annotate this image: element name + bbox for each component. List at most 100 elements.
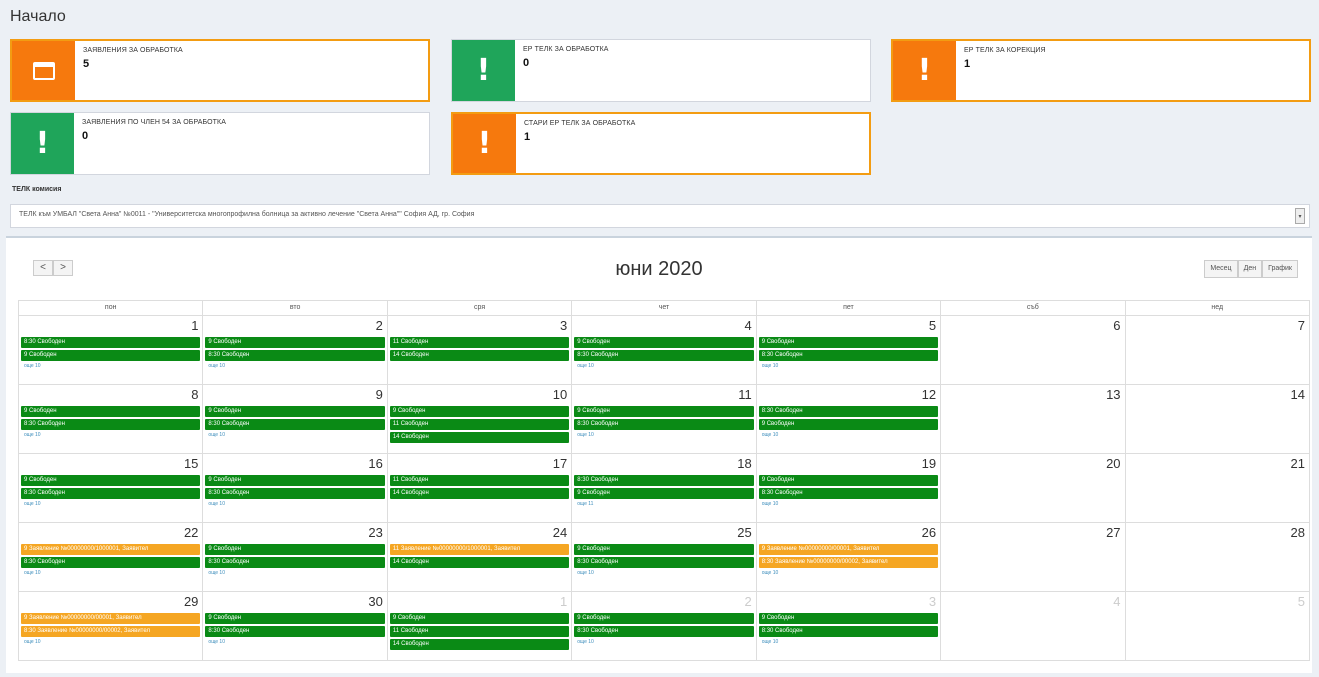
calendar-day-cell[interactable]: 4 9 Свободен 8:30 Свободен още 10 bbox=[572, 316, 757, 384]
calendar-event[interactable]: 9 Свободен bbox=[574, 337, 754, 348]
telk-select[interactable]: ТЕЛК към УМБАЛ "Света Анна" №0011 - "Уни… bbox=[10, 204, 1310, 228]
calendar-event[interactable]: 9 Свободен bbox=[758, 419, 939, 430]
calendar-event[interactable]: 9 Свободен bbox=[205, 406, 385, 417]
view-day-button[interactable]: Ден bbox=[1237, 260, 1263, 278]
calendar-event[interactable]: 8:30 Свободен bbox=[21, 488, 201, 499]
info-box-art54[interactable]: ! ЗАЯВЛЕНИЯ ПО ЧЛЕН 54 ЗА ОБРАБОТКА 0 bbox=[10, 112, 430, 175]
calendar-event[interactable]: 8:30 Свободен bbox=[574, 350, 754, 361]
calendar-event[interactable]: 8:30 Заявление №00000000/00002, Заявител bbox=[21, 626, 201, 637]
more-events-link[interactable]: още 10 bbox=[205, 363, 384, 369]
more-events-link[interactable]: още 10 bbox=[759, 639, 938, 645]
more-events-link[interactable]: още 10 bbox=[205, 570, 384, 576]
calendar-event[interactable]: 8:30 Свободен bbox=[21, 557, 201, 568]
calendar-day-cell[interactable]: 22 9 Заявление №00000000/1000001, Заявите… bbox=[19, 523, 204, 591]
calendar-day-cell[interactable]: 16 9 Свободен 8:30 Свободен още 10 bbox=[203, 454, 388, 522]
calendar-event[interactable]: 8:30 Заявление №00000000/00002, Заявител bbox=[758, 557, 939, 568]
calendar-event[interactable]: 14 Свободен bbox=[389, 350, 570, 361]
calendar-event[interactable]: 14 Свободен bbox=[389, 639, 570, 650]
more-events-link[interactable]: още 10 bbox=[759, 570, 938, 576]
calendar-day-cell[interactable]: 26 9 Заявление №00000000/00001, Заявител 8… bbox=[757, 523, 942, 591]
calendar-event[interactable]: 14 Свободен bbox=[389, 557, 570, 568]
calendar-event[interactable]: 9 Заявление №00000000/00001, Заявител bbox=[758, 544, 939, 555]
calendar-event[interactable]: 9 Свободен bbox=[205, 544, 385, 555]
calendar-event[interactable]: 11 Свободен bbox=[389, 419, 570, 430]
calendar-event[interactable]: 8:30 Свободен bbox=[205, 488, 385, 499]
calendar-event[interactable]: 9 Свободен bbox=[205, 337, 385, 348]
calendar-event[interactable]: 9 Свободен bbox=[574, 544, 754, 555]
chevron-down-icon[interactable]: ▾ bbox=[1295, 208, 1305, 224]
calendar-day-cell[interactable]: 13 bbox=[941, 385, 1126, 453]
view-month-button[interactable]: Месец bbox=[1204, 260, 1238, 278]
calendar-day-cell[interactable]: 5 9 Свободен 8:30 Свободен още 10 bbox=[757, 316, 942, 384]
info-box-applications[interactable]: ЗАЯВЛЕНИЯ ЗА ОБРАБОТКА 5 bbox=[10, 39, 430, 102]
calendar-day-cell[interactable]: 5 bbox=[1126, 592, 1310, 660]
calendar-event[interactable]: 9 Заявление №00000000/00001, Заявител bbox=[21, 613, 201, 624]
calendar-event[interactable]: 9 Свободен bbox=[574, 613, 754, 624]
more-events-link[interactable]: още 10 bbox=[205, 639, 384, 645]
calendar-day-cell[interactable]: 4 bbox=[941, 592, 1126, 660]
calendar-day-cell[interactable]: 9 9 Свободен 8:30 Свободен още 10 bbox=[203, 385, 388, 453]
calendar-day-cell[interactable]: 7 bbox=[1126, 316, 1310, 384]
calendar-day-cell[interactable]: 2 9 Свободен 8:30 Свободен още 10 bbox=[203, 316, 388, 384]
more-events-link[interactable]: още 10 bbox=[759, 501, 938, 507]
calendar-day-cell[interactable]: 17 11 Свободен 14 Свободен bbox=[388, 454, 573, 522]
calendar-event[interactable]: 8:30 Свободен bbox=[205, 626, 385, 637]
more-events-link[interactable]: още 10 bbox=[759, 432, 938, 438]
more-events-link[interactable]: още 10 bbox=[205, 501, 384, 507]
calendar-event[interactable]: 9 Свободен bbox=[574, 406, 754, 417]
more-events-link[interactable]: още 11 bbox=[574, 501, 753, 507]
calendar-event[interactable]: 8:30 Свободен bbox=[21, 419, 201, 430]
calendar-event[interactable]: 8:30 Свободен bbox=[758, 350, 939, 361]
calendar-day-cell[interactable]: 30 9 Свободен 8:30 Свободен още 10 bbox=[203, 592, 388, 660]
more-events-link[interactable]: още 10 bbox=[574, 363, 753, 369]
calendar-day-cell[interactable]: 1 8:30 Свободен 9 Свободен още 10 bbox=[19, 316, 204, 384]
calendar-event[interactable]: 8:30 Свободен bbox=[205, 350, 385, 361]
more-events-link[interactable]: още 10 bbox=[759, 363, 938, 369]
calendar-event[interactable]: 9 Свободен bbox=[758, 337, 939, 348]
calendar-event[interactable]: 9 Свободен bbox=[389, 613, 570, 624]
more-events-link[interactable]: още 10 bbox=[21, 570, 200, 576]
more-events-link[interactable]: още 10 bbox=[21, 639, 200, 645]
calendar-event[interactable]: 8:30 Свободен bbox=[758, 626, 939, 637]
more-events-link[interactable]: още 10 bbox=[574, 639, 753, 645]
calendar-day-cell[interactable]: 15 9 Свободен 8:30 Свободен още 10 bbox=[19, 454, 204, 522]
calendar-event[interactable]: 9 Заявление №00000000/1000001, Заявител bbox=[21, 544, 201, 555]
calendar-day-cell[interactable]: 18 8:30 Свободен 9 Свободен още 11 bbox=[572, 454, 757, 522]
calendar-day-cell[interactable]: 6 bbox=[941, 316, 1126, 384]
more-events-link[interactable]: още 10 bbox=[21, 501, 200, 507]
calendar-event[interactable]: 11 Свободен bbox=[389, 337, 570, 348]
calendar-day-cell[interactable]: 1 9 Свободен 11 Свободен 14 Свободен bbox=[388, 592, 573, 660]
calendar-event[interactable]: 9 Свободен bbox=[205, 613, 385, 624]
calendar-event[interactable]: 8:30 Свободен bbox=[758, 488, 939, 499]
calendar-event[interactable]: 8:30 Свободен bbox=[574, 626, 754, 637]
calendar-day-cell[interactable]: 25 9 Свободен 8:30 Свободен още 10 bbox=[572, 523, 757, 591]
calendar-day-cell[interactable]: 2 9 Свободен 8:30 Свободен още 10 bbox=[572, 592, 757, 660]
calendar-day-cell[interactable]: 29 9 Заявление №00000000/00001, Заявител 8… bbox=[19, 592, 204, 660]
calendar-day-cell[interactable]: 3 11 Свободен 14 Свободен bbox=[388, 316, 573, 384]
calendar-event[interactable]: 14 Свободен bbox=[389, 432, 570, 443]
calendar-event[interactable]: 8:30 Свободен bbox=[574, 419, 754, 430]
more-events-link[interactable]: още 10 bbox=[574, 432, 753, 438]
calendar-event[interactable]: 8:30 Свободен bbox=[574, 557, 754, 568]
more-events-link[interactable]: още 10 bbox=[21, 432, 200, 438]
calendar-day-cell[interactable]: 24 11 Заявление №00000000/1000001, Заявит… bbox=[388, 523, 573, 591]
info-box-er-telk-correction[interactable]: ! ЕР ТЕЛК ЗА КОРЕКЦИЯ 1 bbox=[891, 39, 1311, 102]
info-box-er-telk[interactable]: ! ЕР ТЕЛК ЗА ОБРАБОТКА 0 bbox=[451, 39, 871, 102]
calendar-event[interactable]: 9 Свободен bbox=[21, 350, 201, 361]
calendar-event[interactable]: 8:30 Свободен bbox=[205, 419, 385, 430]
calendar-event[interactable]: 11 Заявление №00000000/1000001, Заявител bbox=[389, 544, 570, 555]
calendar-event[interactable]: 11 Свободен bbox=[389, 626, 570, 637]
calendar-day-cell[interactable]: 3 9 Свободен 8:30 Свободен още 10 bbox=[757, 592, 942, 660]
calendar-event[interactable]: 9 Свободен bbox=[205, 475, 385, 486]
calendar-event[interactable]: 9 Свободен bbox=[758, 475, 939, 486]
calendar-day-cell[interactable]: 27 bbox=[941, 523, 1126, 591]
calendar-day-cell[interactable]: 10 9 Свободен 11 Свободен 14 Свободен bbox=[388, 385, 573, 453]
calendar-day-cell[interactable]: 20 bbox=[941, 454, 1126, 522]
calendar-event[interactable]: 9 Свободен bbox=[21, 406, 201, 417]
calendar-day-cell[interactable]: 19 9 Свободен 8:30 Свободен още 10 bbox=[757, 454, 942, 522]
calendar-day-cell[interactable]: 8 9 Свободен 8:30 Свободен още 10 bbox=[19, 385, 204, 453]
calendar-event[interactable]: 9 Свободен bbox=[574, 488, 754, 499]
calendar-day-cell[interactable]: 14 bbox=[1126, 385, 1310, 453]
calendar-day-cell[interactable]: 23 9 Свободен 8:30 Свободен още 10 bbox=[203, 523, 388, 591]
calendar-event[interactable]: 9 Свободен bbox=[389, 406, 570, 417]
